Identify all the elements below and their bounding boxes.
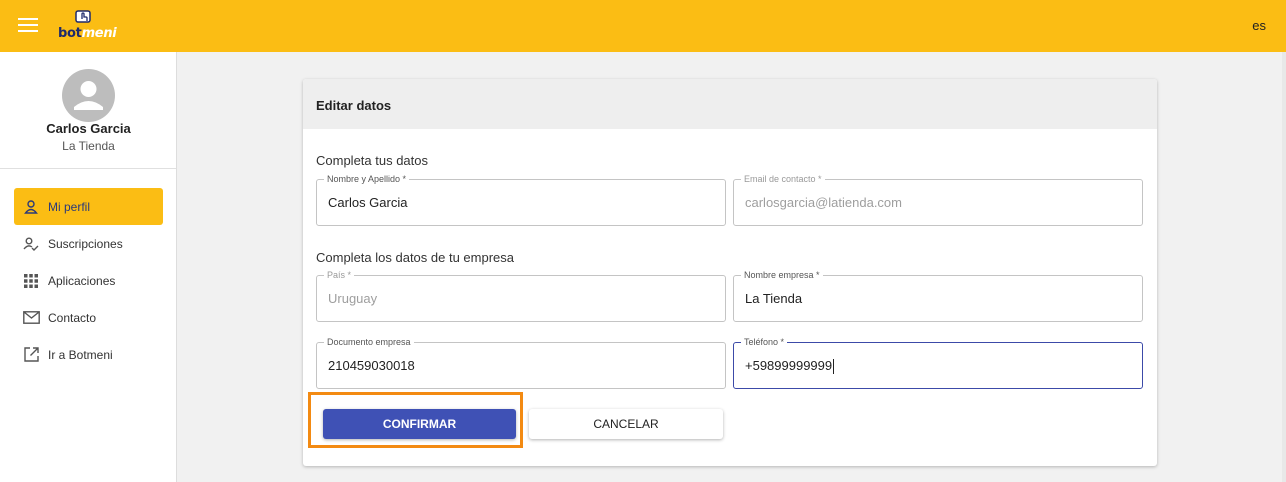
- company-name-field[interactable]: Nombre empresa * La Tienda: [733, 270, 1143, 322]
- company-name-field-label: Nombre empresa *: [741, 270, 823, 281]
- sidebar-item-label: Contacto: [48, 310, 97, 325]
- apps-grid-icon: [22, 272, 40, 290]
- phone-field-label: Teléfono *: [741, 337, 788, 348]
- language-selector[interactable]: es: [1252, 18, 1266, 33]
- sidebar-item-suscripciones[interactable]: Suscripciones: [14, 225, 163, 262]
- phone-field-value[interactable]: +59899999999: [745, 358, 832, 373]
- person-check-icon: [22, 235, 40, 253]
- country-field-value: Uruguay: [328, 291, 378, 306]
- cancel-button[interactable]: CANCELAR: [529, 409, 723, 439]
- logo-text-bot: bot: [58, 26, 82, 41]
- company-document-field-label: Documento empresa: [324, 337, 414, 348]
- sidebar-item-ir-a-botmeni[interactable]: Ir a Botmeni: [14, 336, 163, 373]
- mail-icon: [22, 309, 40, 327]
- sidebar-item-label: Ir a Botmeni: [48, 347, 113, 362]
- logo-hand-icon: [75, 10, 91, 23]
- sidebar-item-contacto[interactable]: Contacto: [14, 299, 163, 336]
- logo-text-meni: meni: [81, 26, 117, 41]
- country-field: País * Uruguay: [316, 270, 726, 322]
- default-avatar-icon: [74, 81, 103, 110]
- company-document-field-value[interactable]: 210459030018: [328, 358, 415, 373]
- sidebar-nav: Mi perfil Suscripciones Aplicaciones Con…: [14, 188, 163, 373]
- sidebar-item-label: Mi perfil: [48, 199, 91, 214]
- email-field-label: Email de contacto *: [741, 174, 825, 185]
- name-field-label: Nombre y Apellido *: [324, 174, 410, 185]
- person-icon: [22, 198, 40, 216]
- email-field: Email de contacto * carlosgarcia@latiend…: [733, 174, 1143, 226]
- scrollbar[interactable]: [1282, 52, 1286, 482]
- hamburger-menu-icon[interactable]: [18, 18, 38, 34]
- sidebar-divider: [0, 168, 176, 169]
- external-link-icon: [22, 346, 40, 364]
- name-field-value[interactable]: Carlos Garcia: [328, 195, 407, 210]
- section-personal-label: Completa tus datos: [316, 153, 429, 168]
- sidebar-item-aplicaciones[interactable]: Aplicaciones: [14, 262, 163, 299]
- confirm-button[interactable]: CONFIRMAR: [323, 409, 516, 439]
- section-company-label: Completa los datos de tu empresa: [316, 250, 514, 265]
- phone-field[interactable]: Teléfono * +59899999999: [733, 337, 1143, 389]
- email-field-value: carlosgarcia@latienda.com: [745, 195, 902, 210]
- user-store: La Tienda: [62, 139, 115, 153]
- company-document-field[interactable]: Documento empresa 210459030018: [316, 337, 726, 389]
- user-name: Carlos Garcia: [46, 121, 131, 136]
- sidebar-item-label: Aplicaciones: [48, 273, 116, 288]
- logo-text: botmeni: [58, 26, 117, 41]
- avatar: [62, 69, 115, 122]
- text-caret: [833, 359, 835, 375]
- phone-field-value-wrap[interactable]: +59899999999: [745, 358, 835, 375]
- name-field[interactable]: Nombre y Apellido * Carlos Garcia: [316, 174, 726, 226]
- top-bar: botmeni es: [0, 0, 1286, 52]
- botmeni-logo[interactable]: botmeni: [58, 10, 118, 44]
- sidebar-item-mi-perfil[interactable]: Mi perfil: [14, 188, 163, 225]
- country-field-label: País *: [324, 270, 355, 281]
- sidebar-item-label: Suscripciones: [48, 236, 123, 251]
- sidebar: Carlos Garcia La Tienda Mi perfil Suscri…: [0, 52, 177, 482]
- company-name-field-value[interactable]: La Tienda: [745, 291, 802, 306]
- card-title: Editar datos: [303, 79, 1157, 129]
